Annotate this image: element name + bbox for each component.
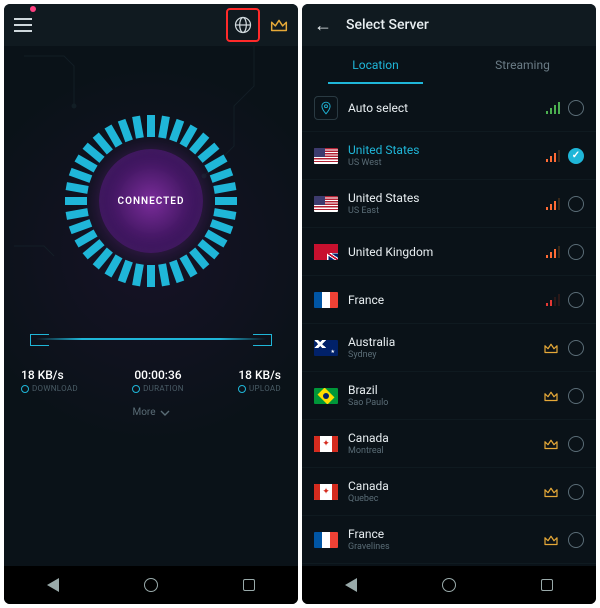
server-name: Auto select [348, 101, 536, 115]
flag-us [314, 148, 338, 164]
server-radio[interactable] [568, 436, 584, 452]
server-radio[interactable] [568, 388, 584, 404]
header [4, 4, 298, 46]
server-sub: Montreal [348, 446, 532, 456]
server-radio[interactable] [568, 292, 584, 308]
back-arrow-icon[interactable]: ← [314, 15, 332, 36]
nav-recent[interactable] [538, 576, 556, 594]
server-select-screen: ← Select Server Location Streaming Auto … [302, 4, 596, 604]
system-nav [4, 566, 298, 604]
download-icon [21, 385, 29, 393]
server-radio[interactable] [568, 244, 584, 260]
server-select-button[interactable] [226, 8, 260, 42]
premium-crown-icon[interactable] [268, 14, 290, 36]
duration-value: 00:00:36 [132, 368, 184, 382]
server-radio[interactable] [568, 148, 584, 164]
upload-icon [238, 385, 246, 393]
tab-streaming[interactable]: Streaming [449, 46, 596, 84]
menu-icon[interactable] [12, 14, 34, 36]
main-screen: CONNECTED 18 KB/s DOWNLOAD 00:00:36 DURA… [4, 4, 298, 604]
globe-icon [233, 15, 253, 35]
server-radio[interactable] [568, 340, 584, 356]
tabs: Location Streaming [302, 46, 596, 84]
flag-us [314, 196, 338, 212]
server-row[interactable]: France [302, 276, 596, 324]
signal-icon [546, 294, 561, 306]
server-sub: Gravelines [348, 542, 532, 552]
stats-row: 18 KB/s DOWNLOAD 00:00:36 DURATION 18 KB… [21, 368, 281, 393]
server-sub: US West [348, 158, 536, 168]
server-name: France [348, 527, 532, 541]
server-name: Canada [348, 479, 532, 493]
nav-home[interactable] [142, 576, 160, 594]
pin-icon [319, 101, 333, 115]
signal-icon [546, 150, 561, 162]
dial-ticks [56, 106, 246, 296]
flag-uk [314, 244, 338, 260]
server-name: United States [348, 191, 536, 205]
nav-back[interactable] [44, 576, 62, 594]
connection-dial[interactable]: CONNECTED [56, 106, 246, 296]
server-sub: Quebec [348, 494, 532, 504]
server-row[interactable]: Auto select [302, 84, 596, 132]
crown-icon [542, 435, 560, 453]
server-row[interactable]: ✦ Canada Montreal [302, 420, 596, 468]
flag-au [314, 340, 338, 356]
more-button[interactable]: More [132, 407, 169, 418]
upload-value: 18 KB/s [238, 368, 281, 382]
flag-ca: ✦ [314, 436, 338, 452]
system-nav [302, 566, 596, 604]
stat-duration: 00:00:36 DURATION [132, 368, 184, 393]
server-sub: Sao Paulo [348, 398, 532, 408]
crown-icon [542, 339, 560, 357]
server-name: Australia [348, 335, 532, 349]
page-title: Select Server [346, 17, 429, 33]
flag-ca: ✦ [314, 484, 338, 500]
signal-icon [546, 246, 561, 258]
server-name: United States [348, 143, 536, 157]
flag-fr [314, 292, 338, 308]
server-row[interactable]: ✦ Canada Quebec [302, 468, 596, 516]
server-row[interactable]: France Gravelines [302, 516, 596, 564]
flag-br [314, 388, 338, 404]
server-name: Canada [348, 431, 532, 445]
signal-icon [546, 102, 561, 114]
server-list[interactable]: Auto select United States US West United… [302, 84, 596, 566]
main-content: CONNECTED 18 KB/s DOWNLOAD 00:00:36 DURA… [4, 46, 298, 566]
header: ← Select Server [302, 4, 596, 46]
signal-icon [546, 198, 561, 210]
server-row[interactable]: Brazil Sao Paulo [302, 372, 596, 420]
nav-recent[interactable] [240, 576, 258, 594]
server-sub: US East [348, 206, 536, 216]
stat-upload: 18 KB/s UPLOAD [238, 368, 281, 393]
server-name: France [348, 293, 536, 307]
tab-location[interactable]: Location [302, 46, 449, 84]
server-row[interactable]: United Kingdom [302, 228, 596, 276]
server-row[interactable]: United States US East [302, 180, 596, 228]
auto-icon [314, 96, 338, 120]
server-name: United Kingdom [348, 245, 536, 259]
divider [36, 338, 266, 340]
flag-fr [314, 532, 338, 548]
server-radio[interactable] [568, 100, 584, 116]
crown-icon [542, 387, 560, 405]
server-radio[interactable] [568, 532, 584, 548]
duration-icon [132, 385, 140, 393]
server-row[interactable]: Australia Sydney [302, 324, 596, 372]
crown-icon [542, 483, 560, 501]
stat-download: 18 KB/s DOWNLOAD [21, 368, 78, 393]
nav-back[interactable] [342, 576, 360, 594]
chevron-down-icon [160, 408, 170, 418]
server-sub: Sydney [348, 350, 532, 360]
download-value: 18 KB/s [21, 368, 78, 382]
server-radio[interactable] [568, 196, 584, 212]
server-row[interactable]: United States US West [302, 132, 596, 180]
server-name: Brazil [348, 383, 532, 397]
crown-icon [542, 531, 560, 549]
server-radio[interactable] [568, 484, 584, 500]
notification-dot [30, 6, 36, 12]
nav-home[interactable] [440, 576, 458, 594]
